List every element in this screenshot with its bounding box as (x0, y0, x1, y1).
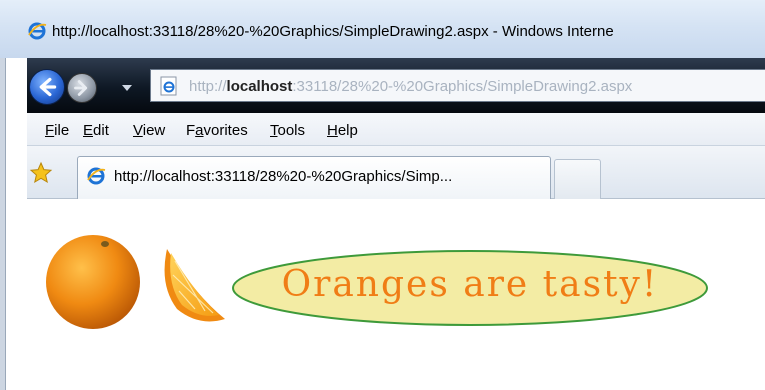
menu-tools[interactable]: Tools (270, 122, 305, 139)
menu-tools-key: T (270, 122, 278, 139)
forward-button[interactable] (67, 73, 97, 103)
window-titlebar[interactable]: http://localhost:33118/28%20-%20Graphics… (0, 0, 765, 58)
menu-favorites-key: a (195, 122, 204, 139)
banner-text: Oranges are tasty! (281, 264, 659, 305)
url-scheme: http:// (189, 78, 227, 95)
chevron-down-icon[interactable] (122, 85, 132, 91)
menu-file-label: ile (54, 122, 70, 139)
menu-edit-label: dit (93, 122, 109, 139)
ie-logo-icon (87, 167, 106, 185)
menu-tools-label: ools (277, 122, 306, 139)
menu-view-key: V (133, 122, 143, 139)
menu-favorites[interactable]: Favorites (186, 122, 248, 139)
window-left-border (0, 58, 6, 390)
address-bar[interactable]: http://localhost:33118/28%20-%20Graphics… (150, 69, 765, 102)
menu-bar: File Edit View Favorites Tools Help (27, 113, 765, 146)
menu-help[interactable]: Help (327, 122, 358, 139)
ie-logo-icon (28, 22, 47, 40)
tab-label: http://localhost:33118/28%20-%20Graphics… (114, 168, 453, 185)
menu-view[interactable]: View (133, 122, 165, 139)
address-url[interactable]: http://localhost:33118/28%20-%20Graphics… (189, 78, 632, 95)
ie-page-icon (160, 76, 177, 96)
menu-view-label: iew (142, 122, 166, 139)
page-content: Oranges are tasty! (8, 200, 765, 390)
menu-edit-key: E (83, 122, 94, 139)
url-host: localhost (226, 78, 293, 95)
window-title: http://localhost:33118/28%20-%20Graphics… (52, 23, 614, 40)
back-button[interactable] (29, 69, 65, 105)
menu-help-key: H (327, 122, 338, 139)
tab-active[interactable]: http://localhost:33118/28%20-%20Graphics… (77, 156, 551, 199)
menu-file[interactable]: File (45, 122, 69, 139)
url-path: :33118/28%20-%20Graphics/SimpleDrawing2.… (292, 78, 633, 95)
menu-edit[interactable]: Edit (83, 122, 109, 139)
favorites-star-icon[interactable] (29, 161, 53, 185)
orange-whole-image (46, 235, 140, 329)
forward-arrow-icon (74, 80, 88, 96)
menu-favorites-label: vorites (203, 122, 248, 139)
menu-help-label: elp (337, 122, 358, 139)
orange-wedge-image (164, 249, 225, 322)
new-tab-button[interactable] (554, 159, 601, 199)
tab-bar: http://localhost:33118/28%20-%20Graphics… (27, 146, 765, 199)
navigation-bar: http://localhost:33118/28%20-%20Graphics… (27, 58, 765, 113)
menu-file-key: F (45, 122, 55, 139)
back-arrow-icon (39, 77, 57, 97)
menu-favorites-prefix: F (186, 122, 196, 139)
